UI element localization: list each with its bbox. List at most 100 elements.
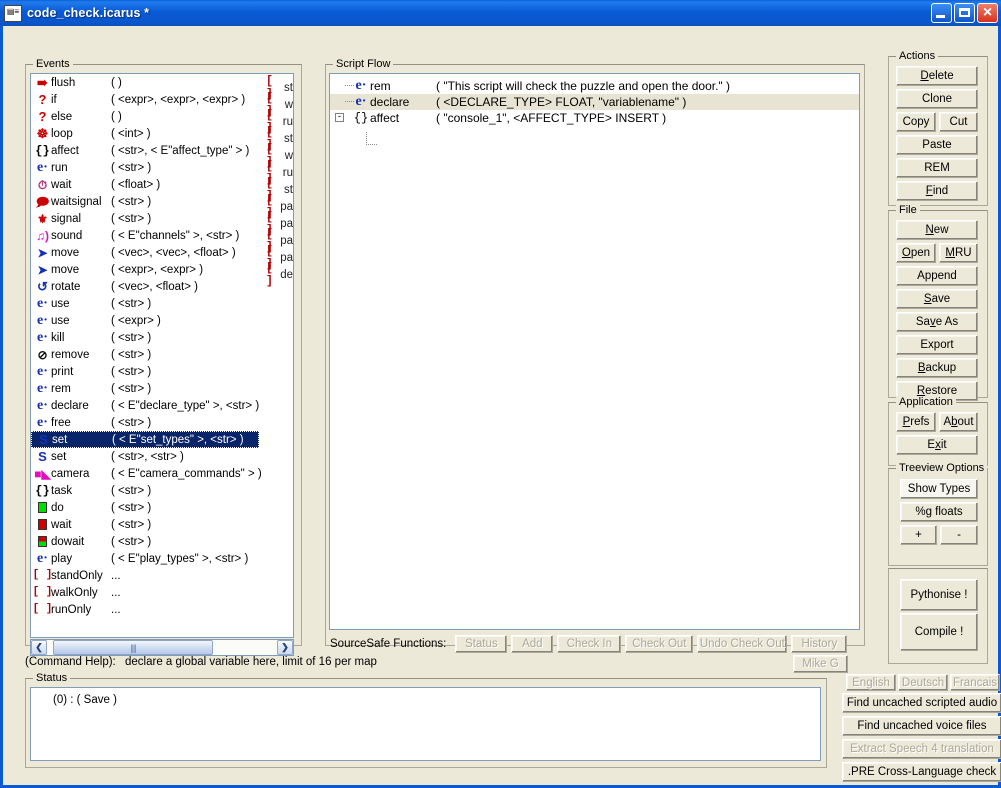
scroll-left-icon[interactable]: ❮ xyxy=(31,640,47,655)
event-list-item[interactable]: e· kill ( <str> ) xyxy=(31,329,293,346)
remove-icon: ⊘ xyxy=(37,347,48,362)
find-uncached-voice-files-button[interactable]: Find uncached voice files xyxy=(842,716,1001,736)
event-list-item[interactable]: e· declare ( < E"declare_type" >, <str> ) xyxy=(31,397,293,414)
find-uncached-scripted-audio-button[interactable]: Find uncached scripted audio xyxy=(842,693,1001,713)
cut-button[interactable]: Cut xyxy=(939,112,978,132)
language-english-button[interactable]: English xyxy=(846,674,896,691)
script-flow-tree[interactable]: e· rem ( "This script will check the puzzl… xyxy=(329,73,860,630)
sourcesafe-undo-check-out-button[interactable]: Undo Check Out xyxy=(697,635,788,653)
event-list-item[interactable]: e· free ( <str> ) xyxy=(31,414,293,431)
command-help-label: (Command Help): xyxy=(25,656,116,668)
tree-expander-icon[interactable]: - xyxy=(335,113,344,122)
clock-icon: ⏱ xyxy=(37,177,48,192)
sourcesafe-history-button[interactable]: History xyxy=(791,635,848,653)
show-types-toggle[interactable]: Show Types xyxy=(900,479,978,499)
event-list-item[interactable]: ■◣ camera ( < E"camera_commands" > ) xyxy=(31,465,293,482)
app-window: Events ➠ flush( )[ ] st? if( <expr>, <expr>… xyxy=(0,26,1001,788)
exit-button[interactable]: Exit xyxy=(896,435,978,455)
script-flow-args: ( "This script will check the puzzle and… xyxy=(436,79,730,93)
script-flow-row[interactable]: -{} affect ( "console_1", <AFFECT_TYPE> IN… xyxy=(330,110,859,126)
language-francais-button[interactable]: Francais xyxy=(950,674,1000,691)
event-list-item[interactable]: ⊘ remove ( <str> ) xyxy=(31,346,293,363)
e-icon: e· xyxy=(37,159,48,175)
sourcesafe-check-out-button[interactable]: Check Out xyxy=(625,635,694,653)
event-list-item[interactable]: e· use ( <expr> ) xyxy=(31,312,293,329)
pythonise-button[interactable]: Pythonise ! xyxy=(900,579,978,611)
event-name: free xyxy=(51,416,71,429)
sourcesafe-add-button[interactable]: Add xyxy=(511,635,554,653)
save-as-button[interactable]: Save As xyxy=(896,312,978,332)
sourcesafe-status-button[interactable]: Status xyxy=(455,635,508,653)
event-list-item[interactable]: do ( <str> ) xyxy=(31,499,293,516)
backup-button[interactable]: Backup xyxy=(896,358,978,378)
event-list-item[interactable]: {} affect( <str>, < E"affect_type" > ) xyxy=(31,142,293,159)
maximize-button[interactable] xyxy=(954,3,975,23)
mru-button[interactable]: MRU xyxy=(939,243,978,263)
user-button[interactable]: Mike G xyxy=(793,655,848,673)
script-flow-row[interactable]: e· rem ( "This script will check the puzzl… xyxy=(330,78,859,94)
events-listbox[interactable]: ➠ flush( )[ ] st? if( <expr>, <expr>, <expr… xyxy=(30,73,294,638)
event-list-item[interactable]: e· use ( <str> ) xyxy=(31,295,293,312)
about-button[interactable]: About xyxy=(939,412,978,432)
export-button[interactable]: Export xyxy=(896,335,978,355)
find-button[interactable]: Find xyxy=(896,181,978,201)
compile-button[interactable]: Compile ! xyxy=(900,613,978,651)
event-list-item[interactable]: [ ] runOnly... xyxy=(31,601,293,618)
event-args: ( <str>, <str> ) xyxy=(111,450,184,463)
extract-speech-translation-button[interactable]: Extract Speech 4 translation xyxy=(842,739,1001,759)
event-list-item[interactable]: wait ( <str> ) xyxy=(31,516,293,533)
event-list-item[interactable]: Sset ( < E"set_types" >, <str> ) xyxy=(31,431,259,448)
append-button[interactable]: Append xyxy=(896,266,978,286)
sourcesafe-check-in-button[interactable]: Check In xyxy=(557,635,622,653)
tree-line xyxy=(345,101,354,102)
event-list-item[interactable]: {} task ( <str> ) xyxy=(31,482,293,499)
move-icon: ➤ xyxy=(37,262,48,277)
paste-button[interactable]: Paste xyxy=(896,135,978,155)
event-args: ( <str> ) xyxy=(111,484,152,497)
event-list-item[interactable]: 🗩 waitsignal( <str> ) xyxy=(31,193,293,210)
event-list-item[interactable]: ♫) sound( < E"channels" >, <str> ) xyxy=(31,227,293,244)
decrease-label: - xyxy=(957,529,961,541)
event-list-item[interactable]: ? if( <expr>, <expr>, <expr> ) xyxy=(31,91,293,108)
event-list-item[interactable]: e· rem ( <str> ) xyxy=(31,380,293,397)
clone-button[interactable]: Clone xyxy=(896,89,978,109)
decrease-button[interactable]: - xyxy=(940,525,978,545)
status-output[interactable]: (0) : ( Save ) xyxy=(30,687,821,761)
percent-g-floats-toggle[interactable]: %g floats xyxy=(900,502,978,522)
minimize-button[interactable] xyxy=(931,3,952,23)
scroll-thumb[interactable]: |||| xyxy=(53,640,213,655)
event-list-item[interactable]: e· run( <str> ) xyxy=(31,159,293,176)
event-list-item[interactable]: ➤ move( <expr>, <expr> ) xyxy=(31,261,293,278)
increase-button[interactable]: + xyxy=(900,525,937,545)
scroll-right-icon[interactable]: ❯ xyxy=(277,640,293,655)
event-list-item[interactable]: e· print ( <str> ) xyxy=(31,363,293,380)
new-button[interactable]: New xyxy=(896,220,978,240)
script-flow-row[interactable]: e· declare ( <DECLARE_TYPE> FLOAT, "variab… xyxy=(330,94,859,110)
event-list-item[interactable]: ? else( ) xyxy=(31,108,293,125)
prefs-button[interactable]: Prefs xyxy=(896,412,936,432)
delete-button[interactable]: Delete xyxy=(896,66,978,86)
scroll-track[interactable]: |||| xyxy=(47,640,277,655)
event-list-item[interactable]: [ ] walkOnly... xyxy=(31,584,293,601)
save-button[interactable]: Save xyxy=(896,289,978,309)
event-list-item[interactable]: ➠ flush( ) xyxy=(31,74,293,91)
event-list-item[interactable]: e· play ( < E"play_types" >, <str> ) xyxy=(31,550,293,567)
close-icon[interactable] xyxy=(977,2,998,24)
pre-cross-language-check-button[interactable]: .PRE Cross-Language check xyxy=(842,762,1001,782)
event-list-item[interactable]: ⏱ wait( <float> ) xyxy=(31,176,293,193)
event-list-item[interactable]: Sset ( <str>, <str> ) xyxy=(31,448,293,465)
e-icon: e· xyxy=(37,363,48,379)
language-deutsch-button[interactable]: Deutsch xyxy=(898,674,948,691)
open-button[interactable]: Open xyxy=(896,243,936,263)
rem-button[interactable]: REM xyxy=(896,158,978,178)
event-list-item[interactable]: ☸ loop( <int> ) xyxy=(31,125,293,142)
window-titlebar[interactable]: ▤≡ code_check.icarus * xyxy=(0,0,1001,26)
event-list-item[interactable]: ↺ rotate ( <vec>, <float> ) xyxy=(31,278,293,295)
event-list-item[interactable]: [ ] standOnly... xyxy=(31,567,293,584)
event-list-item[interactable]: ⚜ signal( <str> ) xyxy=(31,210,293,227)
app-icon: ▤≡ xyxy=(4,4,22,22)
events-hscrollbar[interactable]: ❮ |||| ❯ xyxy=(30,639,294,656)
event-list-item[interactable]: dowait ( <str> ) xyxy=(31,533,293,550)
copy-button[interactable]: Copy xyxy=(896,112,936,132)
event-list-item[interactable]: ➤ move( <vec>, <vec>, <float> ) xyxy=(31,244,293,261)
